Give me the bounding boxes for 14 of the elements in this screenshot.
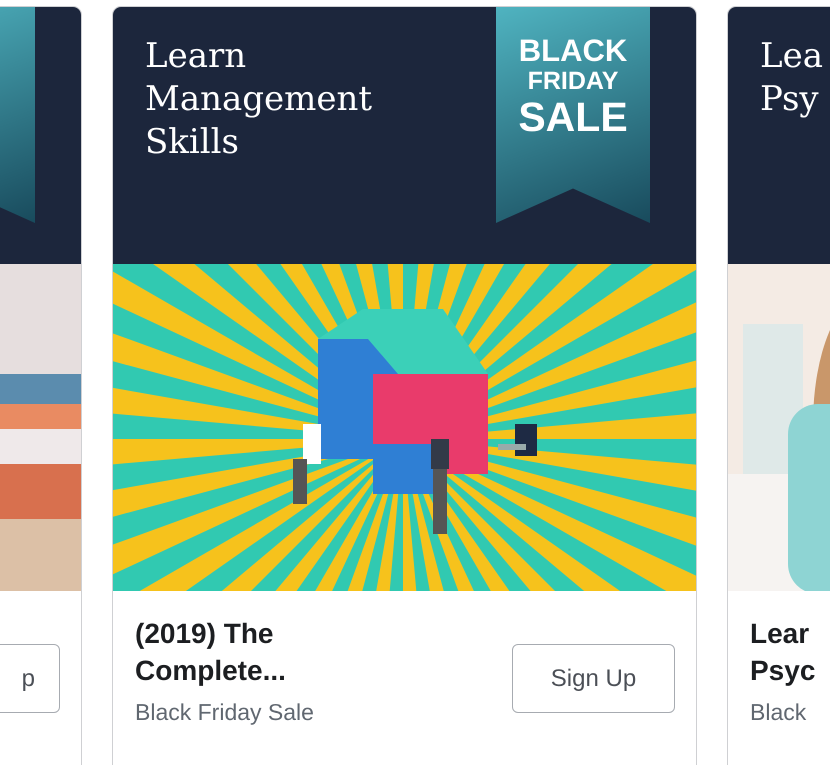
banner-headline: Learn Management Skills xyxy=(145,35,372,164)
ribbon-text: BLACK xyxy=(518,35,628,66)
ad-card[interactable]: Lea Psy Lear Psyc Black xyxy=(727,6,830,765)
sign-up-button[interactable]: p xyxy=(0,644,60,713)
ad-card[interactable]: Learn Management Skills BLACK FRIDAY SALE (2019) The Complete... Black Friday Sale Sign Up xyxy=(112,6,697,765)
ad-title: Lear Psyc xyxy=(750,617,816,688)
ad-subtitle: Black xyxy=(750,699,808,726)
ad-card[interactable]: p xyxy=(0,6,82,765)
ad-subtitle: Black Friday Sale xyxy=(135,699,314,726)
ribbon-text: SALE xyxy=(518,97,628,138)
ribbon-text: FRIDAY xyxy=(528,69,618,94)
banner-headline: Lea Psy xyxy=(760,35,823,121)
sign-up-button[interactable]: Sign Up xyxy=(512,644,675,713)
ad-title: (2019) The Complete... xyxy=(135,617,287,688)
